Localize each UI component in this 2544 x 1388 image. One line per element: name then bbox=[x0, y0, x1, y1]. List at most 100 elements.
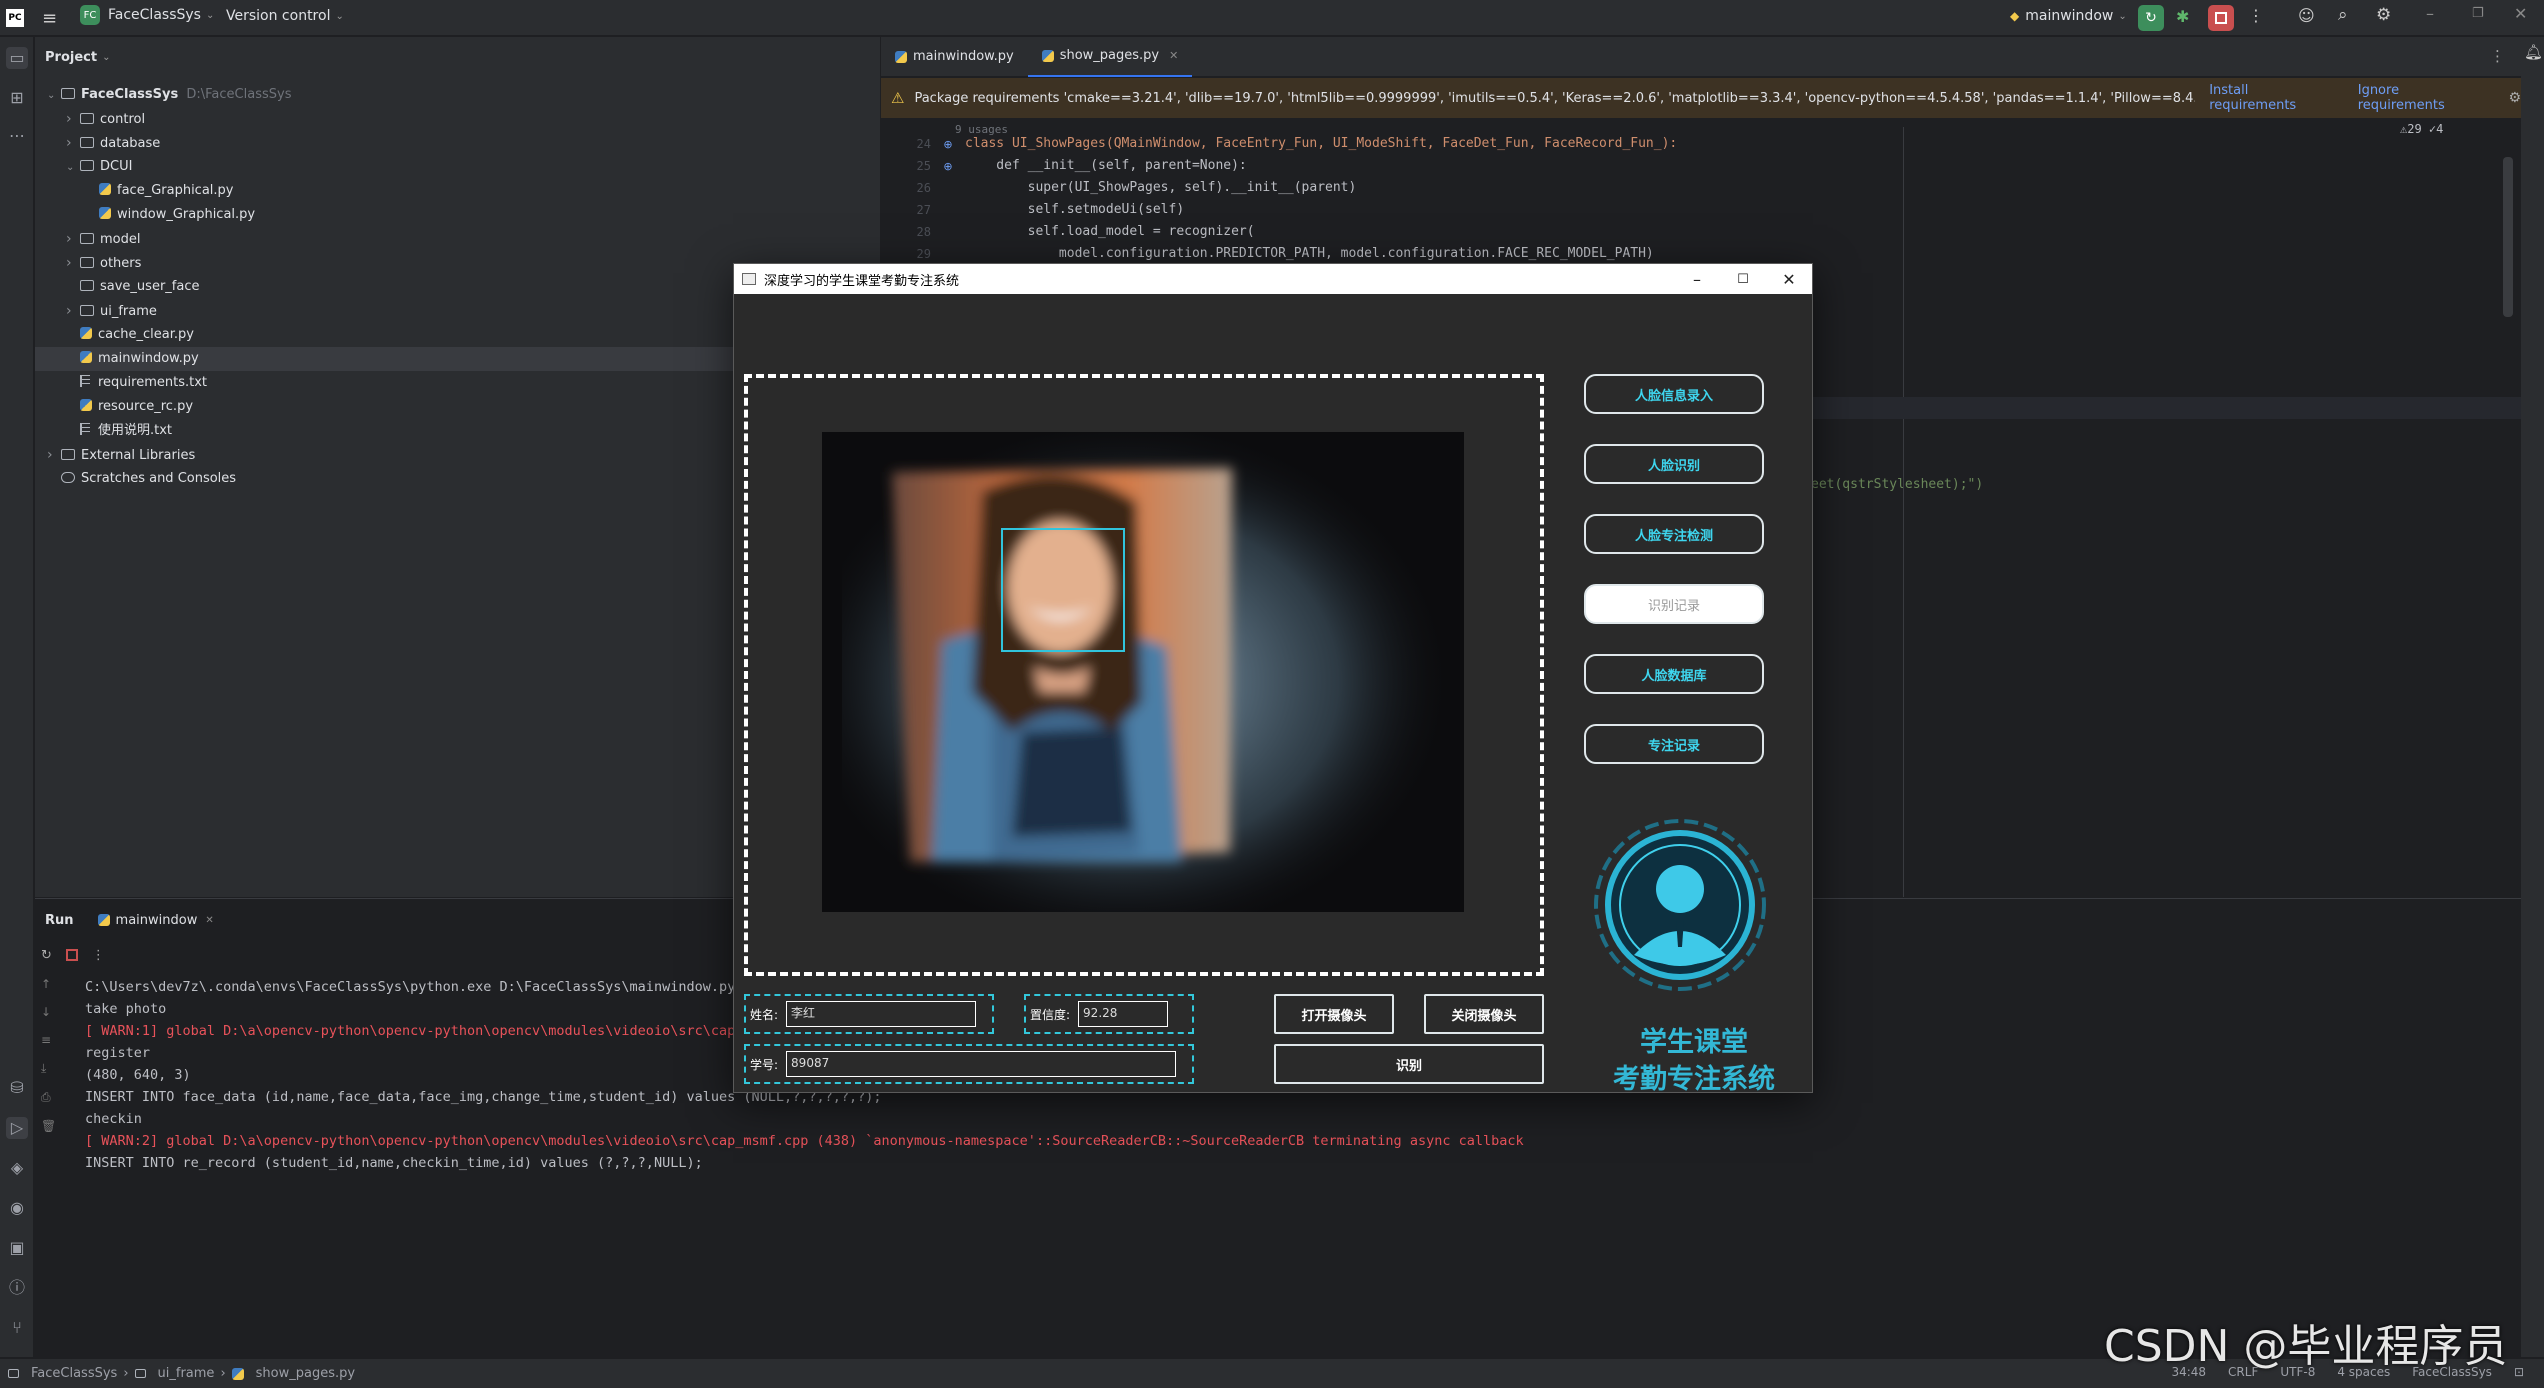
inspection-widget[interactable]: ⚠29 ✓4 bbox=[2400, 122, 2443, 136]
rerun-button[interactable]: ↻ bbox=[2138, 5, 2164, 31]
breadcrumb-item[interactable]: FaceClassSys bbox=[31, 1366, 117, 1381]
focus-detection-button[interactable]: 人脸专注检测 bbox=[1584, 514, 1764, 554]
notifications-icon[interactable]: 🔔︎ bbox=[2524, 43, 2543, 61]
close-icon[interactable]: ✕ bbox=[1766, 270, 1812, 289]
terminal-icon[interactable]: ▣ bbox=[6, 1237, 28, 1259]
line-number: 28 bbox=[916, 225, 931, 239]
open-camera-button[interactable]: 打开摄像头 bbox=[1274, 994, 1394, 1034]
tree-item-label: others bbox=[100, 256, 142, 271]
services-icon[interactable]: ◉ bbox=[6, 1197, 28, 1219]
minimize-icon[interactable]: – bbox=[1674, 270, 1720, 289]
tree-item[interactable]: ⌄ DCUI bbox=[35, 155, 880, 179]
tree-root-path: D:\FaceClassSys bbox=[186, 87, 292, 102]
project-panel-title: Project bbox=[45, 49, 98, 65]
arrow-down-icon[interactable]: ↓ bbox=[41, 1005, 56, 1019]
close-camera-button[interactable]: 关闭摄像头 bbox=[1424, 994, 1544, 1034]
confidence-input[interactable]: 92.28 bbox=[1078, 1001, 1169, 1027]
recognition-records-button[interactable]: 识别记录 bbox=[1584, 584, 1764, 624]
debug-icon[interactable]: ✱ bbox=[2176, 7, 2189, 26]
folder-icon bbox=[61, 88, 75, 99]
close-tab-icon[interactable]: ✕ bbox=[205, 915, 213, 926]
tree-item[interactable]: face_Graphical.py bbox=[35, 179, 880, 203]
chevron-right-icon: › bbox=[66, 111, 72, 127]
stop-icon[interactable] bbox=[65, 949, 78, 961]
code-view[interactable]: 24 ⊕ class UI_ShowPages(QMainWindow, FaceE… bbox=[901, 133, 1678, 265]
main-menu-icon[interactable]: ≡ bbox=[42, 8, 57, 29]
breadcrumb: FaceClassSys › ui_frame › show_pages.py bbox=[8, 1366, 355, 1381]
tree-item[interactable]: › database bbox=[35, 131, 880, 155]
override-gutter-icon[interactable]: ⊕ bbox=[931, 138, 965, 151]
run-tool-icon[interactable]: ▷ bbox=[6, 1117, 28, 1139]
chevron-right-icon: › bbox=[66, 135, 72, 151]
more-tools-icon[interactable]: ⋯ bbox=[6, 125, 28, 147]
tab-more-icon[interactable]: ⋮ bbox=[2490, 47, 2505, 65]
tree-item[interactable]: › model bbox=[35, 227, 880, 251]
face-recognition-button[interactable]: 人脸识别 bbox=[1584, 444, 1764, 484]
tree-item-label: Scratches and Consoles bbox=[81, 471, 237, 486]
name-input[interactable]: 李红 bbox=[786, 1001, 977, 1027]
student-id-label: 学号: bbox=[750, 1057, 779, 1072]
python-file-icon bbox=[1041, 49, 1054, 62]
face-database-button[interactable]: 人脸数据库 bbox=[1584, 654, 1764, 694]
run-side-toolbar: ↑ ↓ ≡ ⤓ ⎙ 🗑︎ bbox=[41, 977, 56, 1133]
trash-icon[interactable]: 🗑︎ bbox=[41, 1119, 56, 1133]
restore-icon[interactable]: ❐ bbox=[2472, 6, 2484, 21]
lock-icon[interactable]: ⊡ bbox=[2514, 1365, 2524, 1379]
git-icon[interactable]: ⑂ bbox=[6, 1317, 28, 1339]
user-icon[interactable]: ☺ bbox=[2298, 6, 2315, 25]
student-id-input[interactable]: 89087 bbox=[786, 1051, 1177, 1077]
project-panel-header[interactable]: Project ⌄ bbox=[35, 37, 880, 77]
python-file-icon bbox=[99, 183, 111, 195]
chevron-right-icon: › bbox=[123, 1366, 129, 1381]
breadcrumb-item[interactable]: ui_frame bbox=[158, 1366, 215, 1381]
python-file-icon bbox=[895, 50, 907, 63]
tab-mainwindow[interactable]: mainwindow.py bbox=[881, 37, 1028, 77]
maximize-icon[interactable]: ☐ bbox=[1720, 272, 1766, 287]
problems-icon[interactable]: ⓘ bbox=[6, 1277, 28, 1299]
close-tab-icon[interactable]: ✕ bbox=[1169, 49, 1178, 62]
layers-icon[interactable]: ◈ bbox=[6, 1157, 28, 1179]
editor-scrollbar[interactable] bbox=[2503, 157, 2513, 317]
camera-image bbox=[822, 432, 1464, 912]
project-switcher[interactable]: FC FaceClassSys ⌄ bbox=[80, 5, 214, 25]
minimize-icon[interactable]: – bbox=[2426, 4, 2434, 23]
vcs-menu[interactable]: Version control ⌄ bbox=[226, 8, 344, 24]
chevron-down-icon: ⌄ bbox=[2118, 10, 2127, 22]
ignore-requirements-link[interactable]: Ignore requirements bbox=[2358, 83, 2489, 113]
tab-label: show_pages.py bbox=[1059, 48, 1160, 63]
gear-icon[interactable]: ⚙ bbox=[2376, 5, 2391, 25]
wrap-icon[interactable]: ≡ bbox=[41, 1033, 56, 1047]
focus-records-button[interactable]: 专注记录 bbox=[1584, 724, 1764, 764]
arrow-up-icon[interactable]: ↑ bbox=[41, 977, 56, 991]
stop-button[interactable] bbox=[2208, 5, 2234, 31]
python-packages-icon[interactable]: ⛁ bbox=[6, 1077, 28, 1099]
face-info-entry-button[interactable]: 人脸信息录入 bbox=[1584, 374, 1764, 414]
search-icon[interactable]: ⌕ bbox=[2338, 5, 2348, 25]
tree-root[interactable]: ⌄ FaceClassSys D:\FaceClassSys bbox=[35, 83, 880, 107]
run-config-selector[interactable]: ◆ mainwindow ⌄ bbox=[2010, 8, 2127, 24]
more-icon[interactable]: ⋮ bbox=[2248, 6, 2264, 25]
run-panel-title: Run bbox=[45, 912, 74, 928]
close-icon[interactable]: ✕ bbox=[2514, 4, 2527, 23]
print-icon[interactable]: ⎙ bbox=[41, 1090, 56, 1105]
confidence-field-group: 置信度: 92.28 bbox=[1024, 994, 1194, 1034]
banner-settings-icon[interactable]: ⚙ bbox=[2508, 90, 2521, 106]
more-icon[interactable]: ⋮ bbox=[92, 948, 105, 963]
requirements-banner: ⚠ Package requirements 'cmake==3.21.4', … bbox=[881, 78, 2521, 118]
project-tool-icon[interactable]: ▭ bbox=[6, 47, 28, 69]
tree-item-label: window_Graphical.py bbox=[117, 207, 256, 222]
rerun-icon[interactable]: ↻ bbox=[41, 948, 52, 963]
text-file-icon bbox=[80, 375, 90, 387]
recognize-button[interactable]: 识别 bbox=[1274, 1044, 1544, 1084]
scroll-end-icon[interactable]: ⤓ bbox=[41, 1061, 56, 1076]
override-gutter-icon[interactable]: ⊕ bbox=[931, 160, 965, 173]
chevron-right-icon: › bbox=[220, 1366, 226, 1381]
breadcrumb-item[interactable]: show_pages.py bbox=[256, 1366, 355, 1381]
python-file-icon bbox=[97, 914, 110, 926]
tree-item[interactable]: window_Graphical.py bbox=[35, 203, 880, 227]
tree-item[interactable]: › control bbox=[35, 107, 880, 131]
structure-icon[interactable]: ⊞ bbox=[6, 87, 28, 109]
tab-show-pages[interactable]: show_pages.py ✕ bbox=[1027, 37, 1193, 77]
run-tab-mainwindow[interactable]: mainwindow ✕ bbox=[97, 913, 214, 928]
install-requirements-link[interactable]: Install requirements bbox=[2209, 83, 2338, 113]
